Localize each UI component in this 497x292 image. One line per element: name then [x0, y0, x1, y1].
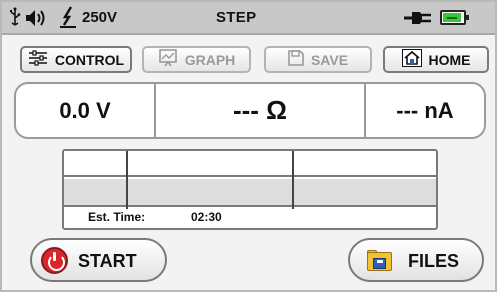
device-screen: 250V STEP CONTROL GRAPH SAVE HOME 0.0 V … [0, 0, 497, 292]
progress-divider [126, 151, 128, 209]
voltage-readout: 0.0 V [16, 84, 156, 137]
test-voltage-label: 250V [82, 9, 118, 26]
start-button[interactable]: START [30, 238, 167, 282]
floppy-disk-icon [288, 50, 304, 69]
control-button-label: CONTROL [54, 51, 125, 68]
speaker-icon [24, 2, 50, 33]
battery-level [443, 13, 461, 22]
progress-divider [292, 151, 294, 209]
folder-icon [367, 250, 392, 271]
test-mode-label: STEP [216, 9, 257, 26]
graph-button[interactable]: GRAPH [142, 46, 251, 73]
control-button[interactable]: CONTROL [20, 46, 132, 73]
home-button-label: HOME [428, 51, 471, 68]
high-voltage-icon [60, 2, 76, 33]
graph-icon [158, 49, 178, 70]
progress-panel: Est. Time: 02:30 [62, 149, 438, 230]
power-plug-icon [404, 2, 432, 33]
sliders-icon [28, 50, 48, 69]
current-readout: --- nA [364, 84, 484, 137]
files-button[interactable]: FILES [348, 238, 484, 282]
estimated-time-label: Est. Time: [88, 210, 146, 224]
usb-icon [9, 2, 21, 33]
measurement-panel: 0.0 V --- Ω --- nA [14, 82, 486, 139]
home-icon [401, 49, 422, 70]
status-bar: 250V STEP [2, 2, 495, 35]
start-button-label: START [78, 251, 137, 271]
save-button[interactable]: SAVE [264, 46, 372, 73]
resistance-readout: --- Ω [232, 95, 288, 125]
files-button-label: FILES [408, 251, 460, 271]
floppy-disk-icon [373, 258, 386, 269]
graph-button-label: GRAPH [184, 51, 236, 68]
home-button[interactable]: HOME [383, 46, 489, 73]
progress-row-top [64, 151, 436, 177]
battery-icon [440, 10, 469, 25]
power-icon [41, 247, 68, 274]
progress-row-bar [64, 179, 436, 207]
save-button-label: SAVE [310, 51, 349, 68]
estimated-time-value: 02:30 [191, 210, 222, 224]
